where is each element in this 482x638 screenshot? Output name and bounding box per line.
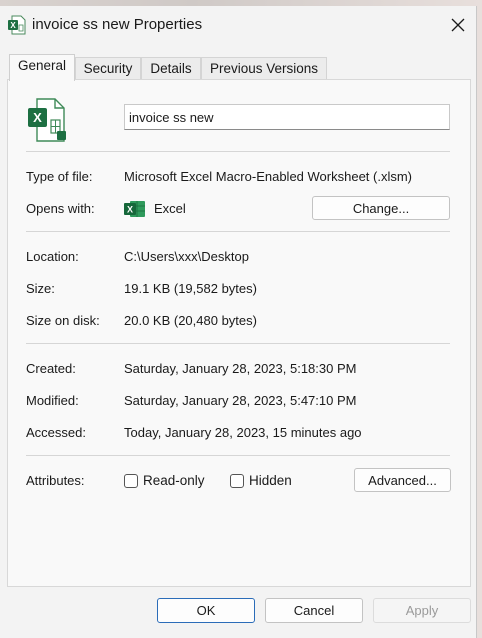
checkbox-box[interactable] <box>124 473 138 488</box>
properties-dialog: X invoice ss new Properties General Secu… <box>0 6 477 638</box>
size-on-disk-label: Size on disk: <box>26 313 100 328</box>
size-on-disk-value: 20.0 KB (20,480 bytes) <box>124 313 257 328</box>
general-panel: X Type of file: Microsoft Excel Macro-En… <box>7 79 471 587</box>
checkbox-box[interactable] <box>230 473 244 488</box>
opens-with-label: Opens with: <box>26 201 95 216</box>
readonly-checkbox[interactable]: Read-only <box>124 473 205 488</box>
divider <box>26 151 450 152</box>
apply-button[interactable]: Apply <box>373 598 471 623</box>
location-label: Location: <box>26 249 79 264</box>
tab-security[interactable]: Security <box>75 57 141 80</box>
file-name-input[interactable] <box>124 104 450 130</box>
accessed-label: Accessed: <box>26 425 86 440</box>
tab-general[interactable]: General <box>9 54 75 81</box>
type-of-file-label: Type of file: <box>26 169 93 184</box>
tab-details[interactable]: Details <box>141 57 201 80</box>
close-button[interactable] <box>440 10 476 40</box>
hidden-checkbox[interactable]: Hidden <box>230 473 292 488</box>
modified-label: Modified: <box>26 393 79 408</box>
divider <box>26 343 450 344</box>
modified-value: Saturday, January 28, 2023, 5:47:10 PM <box>124 393 357 408</box>
created-value: Saturday, January 28, 2023, 5:18:30 PM <box>124 361 357 376</box>
svg-text:X: X <box>33 110 42 125</box>
cancel-button[interactable]: Cancel <box>265 598 363 623</box>
svg-text:X: X <box>127 205 133 215</box>
size-label: Size: <box>26 281 55 296</box>
divider <box>26 231 450 232</box>
created-label: Created: <box>26 361 76 376</box>
type-of-file-value: Microsoft Excel Macro-Enabled Worksheet … <box>124 169 413 184</box>
tab-previous-versions[interactable]: Previous Versions <box>201 57 327 80</box>
accessed-value: Today, January 28, 2023, 15 minutes ago <box>124 425 362 440</box>
svg-text:X: X <box>10 21 16 30</box>
window-title: invoice ss new Properties <box>32 16 203 33</box>
ok-button[interactable]: OK <box>157 598 255 623</box>
title-bar: X invoice ss new Properties <box>0 6 476 44</box>
excel-file-icon: X <box>8 15 26 35</box>
advanced-button[interactable]: Advanced... <box>354 468 451 492</box>
divider <box>26 455 450 456</box>
readonly-label: Read-only <box>143 473 205 488</box>
close-icon <box>451 18 465 32</box>
hidden-label: Hidden <box>249 473 292 488</box>
change-button[interactable]: Change... <box>312 196 450 220</box>
size-value: 19.1 KB (19,582 bytes) <box>124 281 257 296</box>
excel-file-icon: X <box>28 98 66 142</box>
location-value: C:\Users\xxx\Desktop <box>124 249 249 264</box>
opens-with-value: Excel <box>154 201 186 216</box>
excel-app-icon: X <box>124 201 145 217</box>
attributes-label: Attributes: <box>26 473 85 488</box>
